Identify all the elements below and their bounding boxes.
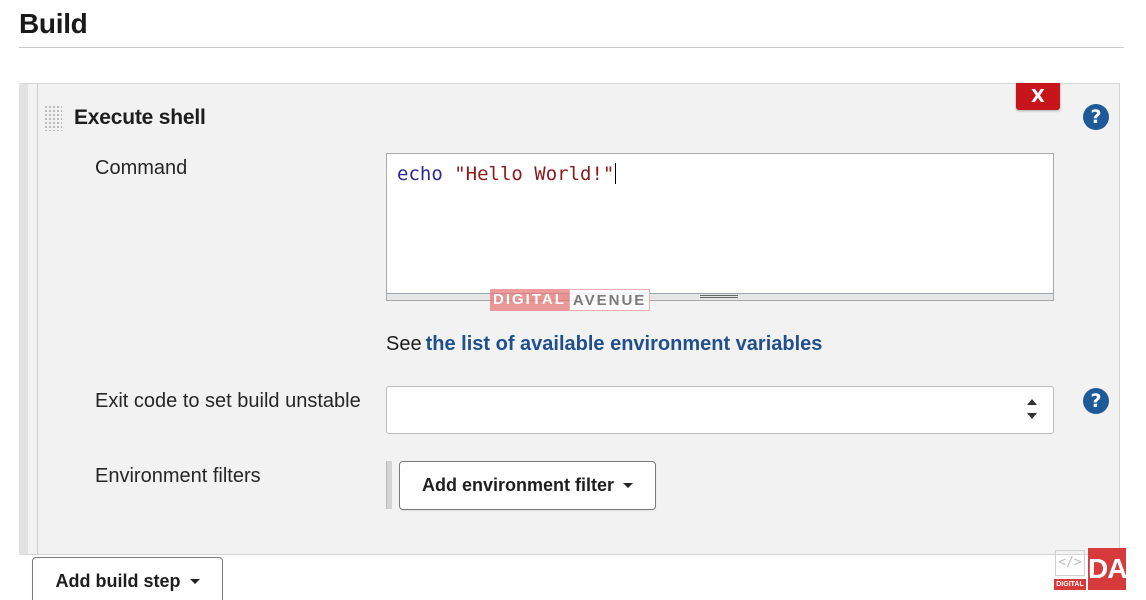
logo-initials: DA <box>1088 548 1127 590</box>
step-help-icon[interactable]: ? <box>1083 104 1109 130</box>
watermark-part-2: AVENUE <box>568 289 651 311</box>
env-filters-label: Environment filters <box>95 465 261 487</box>
env-filter-rail <box>386 461 392 509</box>
spinner-down-icon[interactable] <box>1027 413 1037 419</box>
spinner-up-icon[interactable] <box>1027 399 1037 405</box>
command-text[interactable]: echo "Hello World!" <box>397 163 617 185</box>
code-icon: </> <box>1055 550 1085 576</box>
logo-small-text: DIGITAL <box>1054 579 1086 590</box>
add-build-step-label: Add build step <box>55 570 181 591</box>
env-vars-prefix: See <box>386 333 422 355</box>
watermark-logo: </> DIGITAL DA <box>1054 548 1127 592</box>
watermark-part-1: DIGITAL <box>490 289 569 311</box>
text-cursor <box>615 163 617 184</box>
exit-code-input[interactable] <box>386 386 1054 434</box>
add-build-step-button[interactable]: Add build step <box>32 557 223 600</box>
title-divider <box>19 47 1124 48</box>
caret-down-icon <box>623 483 633 488</box>
number-spinner[interactable] <box>1024 397 1040 421</box>
caret-down-icon <box>189 578 200 584</box>
add-environment-filter-button[interactable]: Add environment filter <box>399 461 656 510</box>
panel-left-rule <box>37 84 38 554</box>
step-title: Execute shell <box>74 106 206 129</box>
resize-grip-icon[interactable] <box>700 295 738 298</box>
logo-left-block: </> DIGITAL <box>1054 548 1086 592</box>
env-vars-help: See the list of available environment var… <box>386 333 822 356</box>
exit-code-label: Exit code to set build unstable <box>95 390 361 412</box>
exit-code-help-icon[interactable]: ? <box>1083 388 1109 414</box>
drag-handle-icon[interactable] <box>44 105 62 131</box>
command-editor[interactable]: echo "Hello World!" <box>386 153 1054 301</box>
command-label: Command <box>95 157 188 179</box>
watermark: DIGITAL AVENUE <box>490 289 651 311</box>
delete-step-button[interactable]: X <box>1016 83 1060 110</box>
editor-resize-bar[interactable] <box>387 293 1053 300</box>
command-keyword: echo <box>397 163 443 185</box>
section-title: Build <box>19 8 88 39</box>
command-argument: "Hello World!" <box>454 163 615 185</box>
env-vars-link[interactable]: the list of available environment variab… <box>426 333 823 355</box>
add-environment-filter-label: Add environment filter <box>421 475 614 495</box>
